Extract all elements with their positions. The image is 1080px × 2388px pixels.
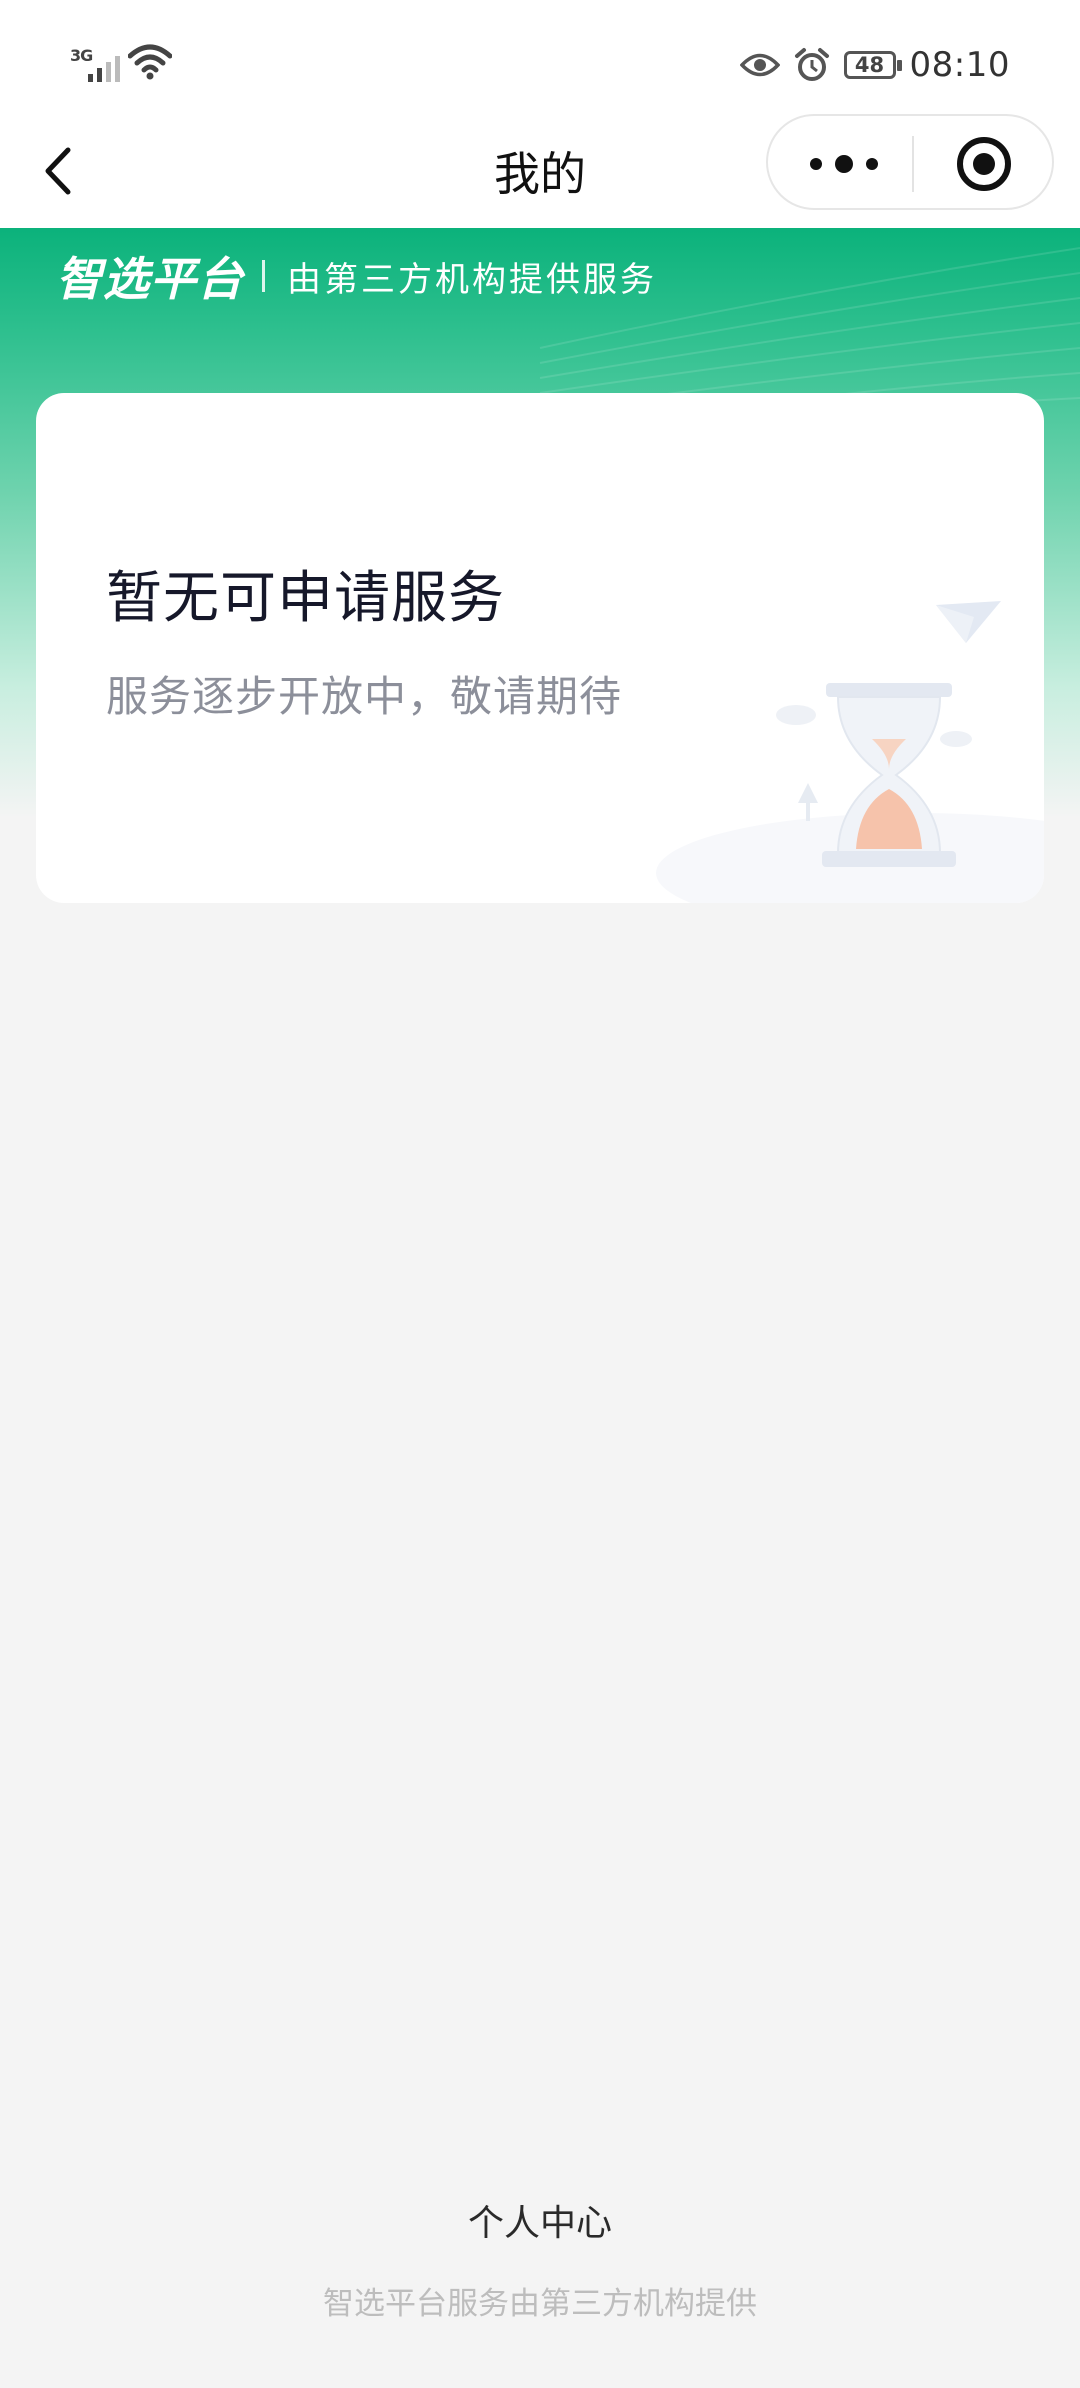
nav-bar: 我的 <box>0 114 1080 228</box>
battery-indicator: 48 <box>843 51 902 79</box>
cellular-signal-icon: 3G <box>70 46 126 82</box>
more-button[interactable] <box>804 142 884 186</box>
brand-logo: 智选平台 <box>56 252 244 306</box>
clock: 08:10 <box>909 45 1010 85</box>
empty-state-card: 暂无可申请服务 服务逐步开放中，敬请期待 <box>36 393 1044 903</box>
eye-icon <box>739 53 780 77</box>
brand-subtitle: 由第三方机构提供服务 <box>287 259 657 300</box>
alarm-icon <box>794 48 829 81</box>
hourglass-illustration <box>656 601 1044 903</box>
status-right: 48 08:10 <box>739 44 1010 86</box>
status-bar: 3G 48 08:10 <box>0 0 1080 114</box>
empty-state-title: 暂无可申请服务 <box>106 566 505 631</box>
brand-row: 智选平台 由第三方机构提供服务 <box>56 246 657 306</box>
empty-state-subtitle: 服务逐步开放中，敬请期待 <box>106 672 623 721</box>
mini-program-capsule <box>766 114 1054 210</box>
footer-tab-label[interactable]: 个人中心 <box>0 2194 1080 2246</box>
brand-separator <box>262 260 265 292</box>
close-miniprogram-button[interactable] <box>954 134 1014 194</box>
footer-disclaimer: 智选平台服务由第三方机构提供 <box>323 2286 757 2322</box>
wifi-icon <box>128 44 172 80</box>
capsule-divider <box>912 136 914 192</box>
